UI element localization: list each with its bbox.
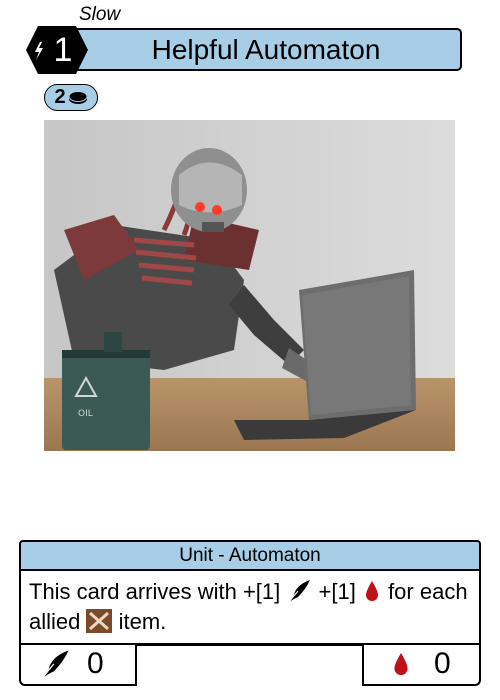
- svg-text:OIL: OIL: [78, 409, 93, 419]
- rules-text-part4: item.: [118, 609, 167, 634]
- speed-label: Slow: [79, 4, 121, 25]
- bottom-divider: [137, 644, 362, 646]
- blood-drop-icon: [394, 653, 408, 675]
- price-badge: 2: [44, 84, 98, 111]
- blood-drop-icon: [365, 581, 378, 601]
- cost-value: 1: [53, 31, 73, 69]
- price-value: 2: [54, 86, 66, 108]
- rules-text-part2: +[1]: [318, 579, 356, 604]
- quill-icon: [288, 580, 311, 603]
- card-art: OIL: [44, 120, 455, 451]
- attack-stat: 0: [19, 644, 137, 686]
- card-name: Helpful Automaton: [151, 33, 381, 65]
- health-stat: 0: [362, 644, 481, 686]
- rules-text: This card arrives with +[1] +[1] for eac…: [19, 569, 481, 645]
- coin-icon: [68, 90, 88, 104]
- rules-text-part1: This card arrives with +[1]: [29, 579, 281, 604]
- health-value: 0: [434, 647, 451, 680]
- quill-icon: [42, 650, 69, 678]
- type-line: Unit - Automaton: [19, 540, 481, 570]
- crossed-swords-icon: [86, 609, 113, 633]
- attack-value: 0: [87, 647, 104, 680]
